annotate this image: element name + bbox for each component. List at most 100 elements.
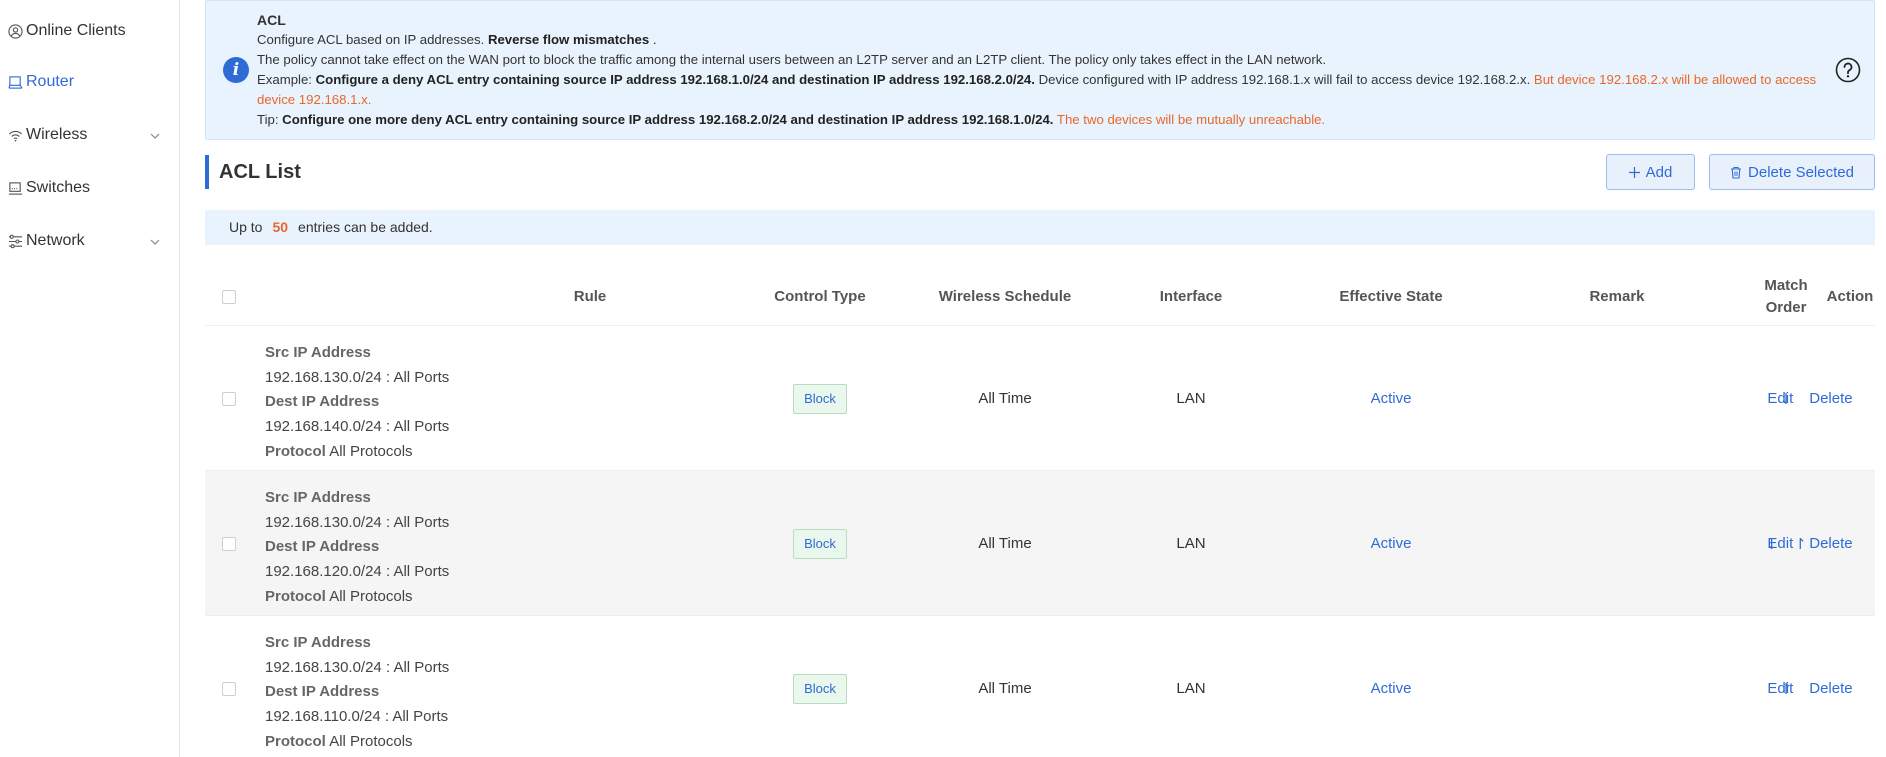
- remark-cell: [1512, 616, 1722, 757]
- protocol-label: Protocol: [265, 587, 326, 605]
- info-line-2: The policy cannot take effect on the WAN…: [257, 52, 1327, 67]
- rule-cell: Src IP Address 192.168.130.0/24 : All Po…: [265, 486, 449, 610]
- header-wireless-schedule: Wireless Schedule: [938, 288, 1072, 305]
- info-title: ACL: [257, 12, 286, 28]
- rule-cell: Src IP Address 192.168.130.0/24 : All Po…: [265, 631, 449, 755]
- table-row: Src IP Address 192.168.130.0/24 : All Po…: [205, 326, 1875, 471]
- schedule-cell: All Time: [978, 535, 1032, 552]
- header-interface: Interface: [1159, 288, 1223, 305]
- tip-label: Tip:: [257, 112, 279, 127]
- dest-value: 192.168.110.0/24 : All Ports: [265, 708, 449, 726]
- row-checkbox[interactable]: [222, 681, 236, 696]
- select-all-checkbox-cell: [222, 268, 236, 326]
- protocol-label: Protocol: [265, 732, 326, 750]
- src-value: 192.168.130.0/24 : All Ports: [265, 368, 450, 386]
- protocol-value: All Protocols: [329, 587, 413, 605]
- example-label: Example:: [257, 72, 312, 87]
- protocol-label: Protocol: [265, 442, 326, 460]
- edit-link[interactable]: Edit: [1767, 390, 1793, 407]
- info-line-1-text: Configure ACL based on IP addresses.: [257, 32, 485, 47]
- interface-cell: LAN: [1176, 390, 1206, 407]
- control-type-cell: Block: [715, 326, 925, 471]
- header-rule: Rule: [573, 288, 607, 305]
- dest-value: 192.168.140.0/24 : All Ports: [265, 418, 450, 436]
- switch-icon: [7, 180, 24, 197]
- sidebar-item-switches[interactable]: Switches: [7, 179, 167, 197]
- router-icon: [7, 74, 24, 91]
- chevron-down-icon[interactable]: [149, 235, 161, 253]
- dest-value: 192.168.120.0/24 : All Ports: [265, 563, 450, 581]
- delete-link[interactable]: Delete: [1809, 535, 1852, 552]
- network-sliders-icon: [7, 233, 24, 250]
- table-row: Src IP Address 192.168.130.0/24 : All Po…: [205, 471, 1875, 616]
- control-type-tag: Block: [793, 673, 847, 704]
- effective-state-cell: Active: [1370, 535, 1412, 552]
- remark-cell: [1512, 471, 1722, 616]
- tip-warning: The two devices will be mutually unreach…: [1056, 112, 1326, 127]
- sidebar-item-label: Network: [26, 232, 85, 249]
- header-remark: Remark: [1589, 288, 1645, 305]
- user-circle-icon: [7, 23, 24, 40]
- row-checkbox[interactable]: [222, 391, 236, 406]
- action-cell: Edit Delete: [1745, 471, 1875, 616]
- sidebar-item-label: Router: [26, 73, 75, 90]
- section-title: ACL List: [205, 155, 301, 189]
- src-label: Src IP Address: [265, 634, 371, 651]
- schedule-cell: All Time: [978, 390, 1032, 407]
- delete-link[interactable]: Delete: [1809, 390, 1852, 407]
- interface-cell: LAN: [1176, 680, 1206, 697]
- info-example: Example: Configure a deny ACL entry cont…: [257, 70, 1827, 110]
- tip-bold: Configure one more deny ACL entry contai…: [282, 112, 1054, 127]
- table-header: Rule Control Type Wireless Schedule Inte…: [205, 268, 1875, 326]
- header-effective-state: Effective State: [1339, 288, 1443, 305]
- sidebar-item-network[interactable]: Network: [7, 232, 167, 250]
- src-value: 192.168.130.0/24 : All Ports: [265, 513, 450, 531]
- src-label: Src IP Address: [265, 344, 371, 361]
- edit-link[interactable]: Edit: [1767, 535, 1793, 552]
- add-button[interactable]: Add: [1606, 154, 1695, 190]
- row-checkbox[interactable]: [222, 536, 236, 551]
- entry-limit-bar: Up to 50 entries can be added.: [205, 210, 1875, 245]
- sidebar-item-wireless[interactable]: Wireless: [7, 126, 167, 144]
- edit-link[interactable]: Edit: [1767, 680, 1793, 697]
- header-action: Action: [1826, 288, 1874, 305]
- info-panel: i ACL Configure ACL based on IP addresse…: [205, 0, 1875, 140]
- wifi-icon: [7, 127, 24, 144]
- example-text: Device configured with IP address 192.16…: [1038, 72, 1531, 87]
- select-all-checkbox[interactable]: [222, 290, 236, 304]
- add-button-label: Add: [1645, 163, 1673, 181]
- delete-selected-label: Delete Selected: [1748, 163, 1854, 181]
- schedule-cell: All Time: [978, 680, 1032, 697]
- dest-label: Dest IP Address: [265, 683, 380, 701]
- dest-label: Dest IP Address: [265, 538, 380, 556]
- protocol-value: All Protocols: [329, 732, 413, 750]
- example-bold: Configure a deny ACL entry containing so…: [315, 72, 1035, 87]
- help-icon[interactable]: [1835, 57, 1861, 83]
- table-row: Src IP Address 192.168.130.0/24 : All Po…: [205, 616, 1875, 757]
- rule-cell: Src IP Address 192.168.130.0/24 : All Po…: [265, 341, 449, 465]
- src-label: Src IP Address: [265, 489, 371, 506]
- delete-selected-button[interactable]: Delete Selected: [1709, 154, 1875, 190]
- effective-state-cell: Active: [1370, 390, 1412, 407]
- remark-cell: [1512, 326, 1722, 471]
- control-type-cell: Block: [715, 616, 925, 757]
- sidebar: Online Clients Router Wireless Switches …: [0, 0, 180, 757]
- chevron-down-icon[interactable]: [149, 129, 161, 147]
- control-type-tag: Block: [793, 383, 847, 414]
- info-icon: i: [223, 57, 249, 83]
- info-text: ACL Configure ACL based on IP addresses.…: [257, 10, 1827, 130]
- info-line-1-end: .: [652, 32, 657, 47]
- src-value: 192.168.130.0/24 : All Ports: [265, 658, 450, 676]
- row-checkbox-cell: [222, 471, 236, 616]
- sidebar-item-online-clients[interactable]: Online Clients: [7, 22, 167, 40]
- header-control-type: Control Type: [774, 288, 866, 305]
- action-cell: Edit Delete: [1745, 616, 1875, 757]
- protocol-value: All Protocols: [329, 442, 413, 460]
- effective-state-cell: Active: [1370, 680, 1412, 697]
- limit-prefix: Up to: [229, 219, 263, 235]
- control-type-cell: Block: [715, 471, 925, 616]
- info-line-1-bold: Reverse flow mismatches: [487, 32, 650, 47]
- action-cell: Edit Delete: [1745, 326, 1875, 471]
- sidebar-item-router[interactable]: Router: [7, 73, 167, 91]
- delete-link[interactable]: Delete: [1809, 680, 1852, 697]
